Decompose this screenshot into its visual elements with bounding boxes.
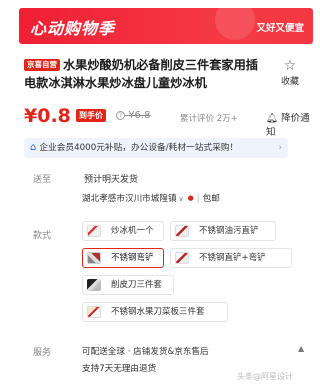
price-row: ¥0.8 到手价 ? ¥6.8 累计评价 2万+ 🔔︎ 降价通知: [24, 105, 314, 138]
review-count[interactable]: 累计评价 2万+: [180, 112, 238, 124]
info-icon: ?: [116, 111, 125, 120]
service-label: 服务: [33, 348, 52, 358]
chevron-right-icon: ›: [278, 143, 282, 153]
variant-option-label: 不锈钢直铲+弯铲: [199, 253, 266, 263]
variant-thumbnail: [87, 306, 101, 318]
variant-option[interactable]: 削皮刀三件套: [82, 275, 174, 295]
variant-option-label: 不锈钢水果刀菜板三件套: [111, 307, 205, 317]
variant-option[interactable]: 炒冰机一个: [82, 221, 164, 241]
chevron-up-icon[interactable]: ▲: [298, 344, 304, 353]
banner-title: 心动购物季: [30, 19, 116, 38]
watermark: 头条@阿星设计: [237, 372, 293, 381]
variant-thumbnail: [87, 225, 101, 237]
chevron-down-icon: ∨: [178, 195, 184, 203]
variant-thumbnail: [87, 279, 101, 291]
variant-option-label: 削皮刀三件套: [111, 280, 163, 290]
enterprise-icon: ⌂: [30, 142, 37, 153]
banner-slogan: 又好又便宜: [256, 23, 304, 34]
product-detail-page: 心动购物季 又好又便宜 京喜自营 水果炒酸奶机必备削皮三件套家用插电款冰淇淋水果炒…: [0, 0, 320, 391]
variant-thumbnail: [175, 225, 189, 237]
favorite-button[interactable]: ☆ 收藏: [276, 58, 304, 87]
enterprise-promo-strip[interactable]: ⌂ 企业会员4000元补贴，办公设备/耗材一站式采购！ ›: [24, 138, 288, 158]
shipping-estimate: 预计明天发货: [84, 175, 139, 185]
variant-option[interactable]: 不锈钢水果刀菜板三件套: [82, 302, 228, 322]
service-delivery-info: 可配送全球 · 店铺发货&京东售后: [82, 347, 209, 357]
promo-banner[interactable]: 心动购物季 又好又便宜: [19, 8, 313, 44]
shipping-fee: 包邮: [202, 194, 220, 204]
address-text: 湖北孝感市汉川市城隍镇: [82, 194, 177, 204]
star-outline-icon: ☆: [283, 58, 297, 74]
banner-decoration: [215, 8, 255, 40]
service-return-policy: 支持7天无理由退货: [82, 364, 157, 374]
original-price-text: ¥6.8: [128, 110, 151, 121]
variant-option-label: 不锈钢弯铲: [111, 253, 154, 263]
promo-text: 企业会员4000元补贴，办公设备/耗材一站式采购！: [39, 143, 239, 153]
variant-option-selected[interactable]: 不锈钢弯铲: [82, 248, 164, 268]
variant-option[interactable]: 不锈钢直铲+弯铲: [170, 248, 292, 268]
shipping-label: 送至: [33, 175, 52, 185]
delivery-address-selector[interactable]: 湖北孝感市汉川市城隍镇 ∨ ● | 包邮: [82, 192, 220, 204]
price-drop-notify-button[interactable]: 🔔︎ 降价通知: [266, 110, 314, 138]
variant-option[interactable]: 不锈钢油污直铲: [170, 221, 276, 241]
self-operated-badge: 京喜自营: [24, 59, 60, 71]
bell-icon: 🔔︎: [266, 113, 279, 124]
variant-option-label: 炒冰机一个: [111, 226, 154, 236]
variant-option-label: 不锈钢油污直铲: [199, 226, 259, 236]
location-pin-icon: ●: [187, 194, 194, 202]
variant-thumbnail: [175, 252, 189, 264]
current-price: ¥0.8: [24, 105, 71, 127]
original-price: ? ¥6.8: [116, 110, 150, 121]
divider: |: [196, 194, 200, 204]
variant-label: 款式: [33, 231, 52, 241]
product-title: 京喜自营 水果炒酸奶机必备削皮三件套家用插电款冰淇淋水果炒冰盘儿童炒冰机: [24, 56, 264, 92]
final-price-tag: 到手价: [76, 109, 106, 122]
variant-thumbnail: [87, 252, 101, 264]
favorite-label: 收藏: [280, 77, 299, 87]
